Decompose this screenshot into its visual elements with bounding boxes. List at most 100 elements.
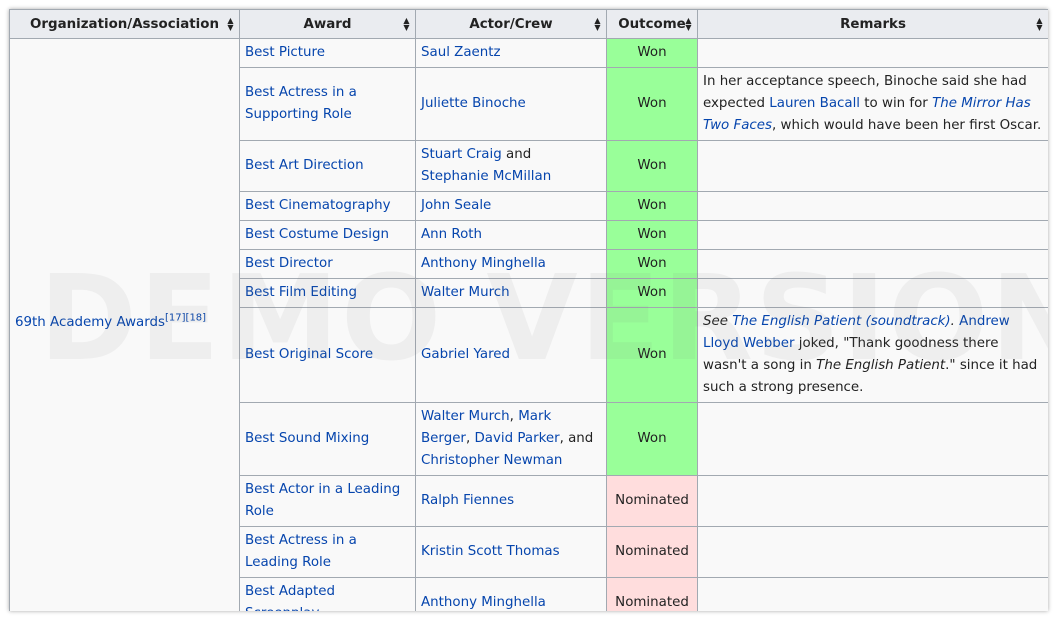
crew-cell: Walter Murch, Mark Berger, David Parker,…: [415, 402, 607, 476]
outcome-cell: Won: [606, 140, 698, 192]
sort-icon[interactable]: ▲ ▼: [403, 17, 410, 32]
award-link[interactable]: Best Art Direction: [245, 158, 364, 173]
outcome-cell: Won: [606, 307, 698, 403]
link[interactable]: Kristin Scott Thomas: [421, 544, 560, 559]
remarks-cell: [697, 140, 1048, 192]
award-cell: Best Adapted Screenplay: [239, 577, 416, 611]
award-cell: Best Cinematography: [239, 191, 416, 221]
remarks-cell: [697, 577, 1048, 611]
text: , and: [559, 431, 594, 446]
outcome-cell: Won: [606, 402, 698, 476]
text: and: [501, 147, 532, 162]
award-link[interactable]: Best Actress in a Leading Role: [245, 533, 357, 570]
remarks-cell: See The English Patient (soundtrack). An…: [697, 307, 1048, 403]
link[interactable]: John Seale: [421, 198, 491, 213]
link[interactable]: Anthony Minghella: [421, 256, 546, 271]
award-link[interactable]: Best Adapted Screenplay: [245, 584, 335, 611]
remarks-cell: [697, 38, 1048, 68]
text: to win for: [860, 96, 933, 111]
link[interactable]: Lauren Bacall: [769, 96, 860, 111]
award-cell: Best Original Score: [239, 307, 416, 403]
column-header-organization[interactable]: Organization/Association ▲ ▼: [9, 9, 240, 39]
crew-cell: Juliette Binoche: [415, 67, 607, 141]
organization-link[interactable]: 69th Academy Awards: [15, 315, 165, 330]
link[interactable]: The English Patient (soundtrack): [732, 314, 950, 329]
crew-cell: Stuart Craig and Stephanie McMillan: [415, 140, 607, 192]
award-link[interactable]: Best Film Editing: [245, 285, 357, 300]
crew-cell: Gabriel Yared: [415, 307, 607, 403]
organization-cell: 69th Academy Awards[17][18]: [9, 38, 240, 611]
outcome-cell: Won: [606, 67, 698, 141]
award-link[interactable]: Best Cinematography: [245, 198, 391, 213]
column-header-outcome[interactable]: Outcome ▲ ▼: [606, 9, 698, 39]
link[interactable]: David Parker: [474, 431, 559, 446]
outcome-cell: Won: [606, 191, 698, 221]
text: The English Patient: [816, 358, 946, 373]
citation-refs: [17][18]: [165, 313, 206, 324]
crew-cell: Anthony Minghella: [415, 577, 607, 611]
crew-cell: John Seale: [415, 191, 607, 221]
header-row: Organization/Association ▲ ▼ Award ▲ ▼ Actor…: [9, 9, 1048, 39]
link[interactable]: Stephanie McMillan: [421, 169, 551, 184]
crew-cell: Walter Murch: [415, 278, 607, 308]
award-link[interactable]: Best Actress in a Supporting Role: [245, 85, 357, 122]
text: , which would have been her first Oscar.: [771, 118, 1042, 133]
outcome-cell: Won: [606, 220, 698, 250]
header-label: Remarks: [840, 16, 906, 32]
outcome-cell: Nominated: [606, 526, 698, 578]
link[interactable]: Walter Murch: [421, 409, 510, 424]
text: ,: [509, 409, 519, 424]
award-cell: Best Art Direction: [239, 140, 416, 192]
link[interactable]: Anthony Minghella: [421, 595, 546, 610]
outcome-cell: Won: [606, 249, 698, 279]
outcome-cell: Won: [606, 38, 698, 68]
awards-table-frame: Organization/Association ▲ ▼ Award ▲ ▼ Actor…: [9, 9, 1048, 611]
citation-link[interactable]: [18]: [186, 313, 207, 324]
award-link[interactable]: Best Original Score: [245, 347, 373, 362]
outcome-cell: Nominated: [606, 577, 698, 611]
link[interactable]: Gabriel Yared: [421, 347, 510, 362]
column-header-award[interactable]: Award ▲ ▼: [239, 9, 416, 39]
crew-cell: Ann Roth: [415, 220, 607, 250]
remarks-cell: [697, 278, 1048, 308]
award-link[interactable]: Best Sound Mixing: [245, 431, 369, 446]
remarks-cell: [697, 526, 1048, 578]
link[interactable]: Ralph Fiennes: [421, 493, 514, 508]
sort-icon[interactable]: ▲ ▼: [227, 17, 234, 32]
remarks-cell: [697, 475, 1048, 527]
award-link[interactable]: Best Actor in a Leading Role: [245, 482, 400, 519]
link[interactable]: Stuart Craig: [421, 147, 502, 162]
link[interactable]: Walter Murch: [421, 285, 510, 300]
award-cell: Best Film Editing: [239, 278, 416, 308]
table-row: 69th Academy Awards[17][18] Best Picture S…: [9, 38, 1048, 611]
text: See: [703, 314, 733, 329]
column-header-actor-crew[interactable]: Actor/Crew ▲ ▼: [415, 9, 607, 39]
award-cell: Best Actress in a Leading Role: [239, 526, 416, 578]
sort-icon[interactable]: ▲ ▼: [594, 17, 601, 32]
remarks-cell: [697, 402, 1048, 476]
award-link[interactable]: Best Costume Design: [245, 227, 389, 242]
header-label: Award: [303, 16, 352, 32]
outcome-cell: Won: [606, 278, 698, 308]
header-label: Outcome: [618, 16, 686, 32]
header-label: Organization/Association: [30, 16, 219, 32]
column-header-remarks[interactable]: Remarks ▲ ▼: [697, 9, 1048, 39]
sort-icon[interactable]: ▲ ▼: [685, 17, 692, 32]
link[interactable]: Saul Zaentz: [421, 45, 501, 60]
award-cell: Best Sound Mixing: [239, 402, 416, 476]
sort-icon[interactable]: ▲ ▼: [1036, 17, 1043, 32]
crew-cell: Ralph Fiennes: [415, 475, 607, 527]
award-link[interactable]: Best Picture: [245, 45, 325, 60]
crew-cell: Saul Zaentz: [415, 38, 607, 68]
crew-cell: Anthony Minghella: [415, 249, 607, 279]
text: .: [950, 314, 960, 329]
citation-link[interactable]: [17]: [165, 313, 186, 324]
crew-cell: Kristin Scott Thomas: [415, 526, 607, 578]
link[interactable]: Ann Roth: [421, 227, 482, 242]
header-label: Actor/Crew: [469, 16, 553, 32]
link[interactable]: Juliette Binoche: [421, 96, 526, 111]
link[interactable]: Christopher Newman: [421, 453, 562, 468]
award-cell: Best Actress in a Supporting Role: [239, 67, 416, 141]
award-cell: Best Director: [239, 249, 416, 279]
award-link[interactable]: Best Director: [245, 256, 333, 271]
